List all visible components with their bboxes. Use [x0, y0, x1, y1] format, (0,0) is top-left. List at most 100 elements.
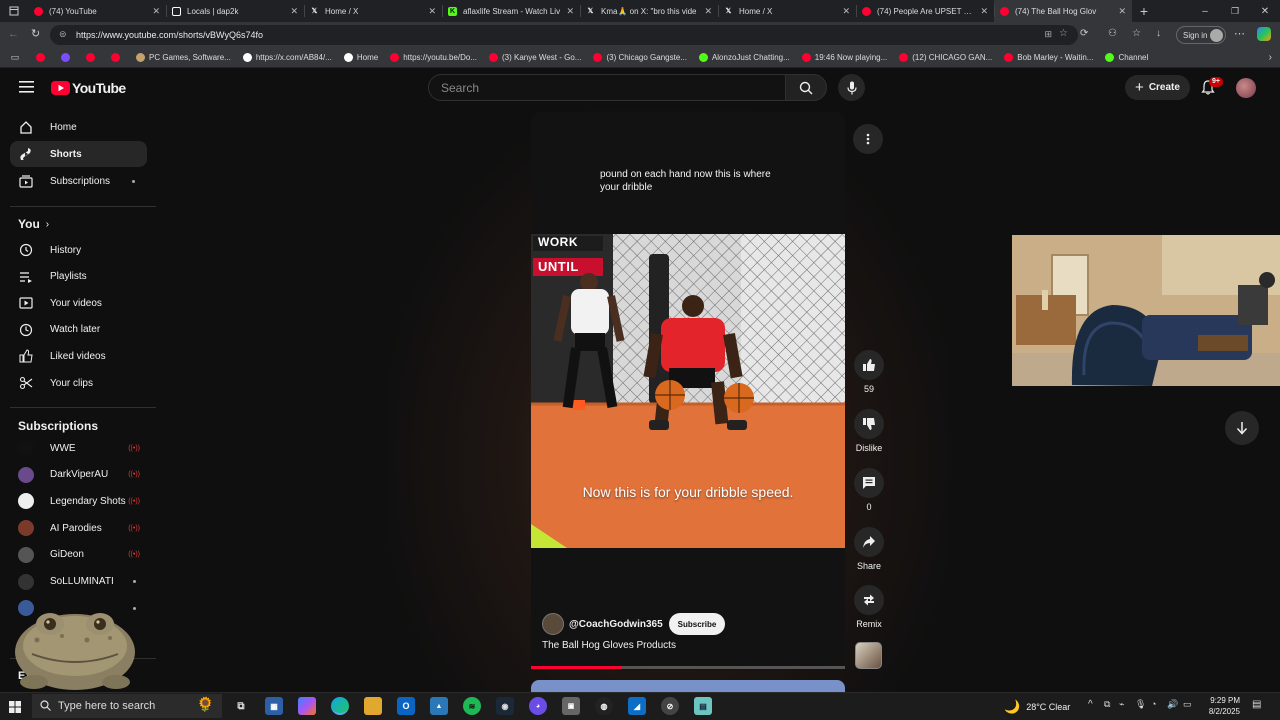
sidebar-item-your-videos[interactable]: Your videos — [10, 290, 147, 316]
close-tab-icon[interactable]: ✕ — [290, 6, 298, 17]
app-icon[interactable]: ⊘ — [661, 697, 679, 715]
app-icon[interactable]: ◢ — [628, 697, 646, 715]
subscription-item[interactable]: AI Parodies ((•)) — [18, 517, 148, 539]
more-options-button[interactable] — [853, 124, 883, 154]
taskbar-search-input[interactable]: Type here to search 🌻 — [32, 694, 222, 718]
share-button[interactable]: Share — [852, 527, 886, 571]
short-video-frame[interactable]: WORK UNTIL — [531, 234, 845, 548]
start-button[interactable] — [9, 700, 21, 718]
obs-icon[interactable]: ◍ — [595, 697, 613, 715]
remix-button[interactable]: Remix — [852, 585, 886, 629]
extensions-icon[interactable]: ⟳ — [1080, 28, 1088, 39]
browser-tab[interactable]: Locals | dap2k ✕ — [166, 0, 304, 22]
voice-search-button[interactable] — [838, 74, 865, 101]
subscribe-button[interactable]: Subscribe — [668, 613, 726, 635]
account-avatar[interactable] — [1236, 78, 1256, 98]
search-button[interactable] — [785, 74, 827, 101]
close-tab-icon[interactable]: ✕ — [980, 6, 988, 17]
bookmark-item[interactable]: Home — [338, 53, 384, 62]
network-icon[interactable]: ⌁ — [1119, 699, 1124, 710]
bookmark-item[interactable] — [80, 53, 105, 62]
restore-button[interactable]: ❐ — [1220, 6, 1250, 17]
browser-tab[interactable]: (74) YouTube ✕ — [28, 0, 166, 22]
subscription-item[interactable]: GiDeon ((•)) — [18, 544, 148, 566]
short-title[interactable]: The Ball Hog Gloves Products — [542, 640, 676, 651]
close-tab-icon[interactable]: ✕ — [842, 6, 850, 17]
sidebar-item-watch-later[interactable]: Watch later — [10, 317, 147, 343]
outlook-icon[interactable]: O — [397, 697, 415, 715]
bookmark-item[interactable]: https://x.com/AB84/... — [237, 53, 338, 62]
close-tab-icon[interactable]: ✕ — [704, 6, 712, 17]
channel-handle[interactable]: @CoachGodwin365 — [569, 619, 663, 630]
sidebar-item-history[interactable]: History — [10, 237, 147, 263]
copilot-icon[interactable] — [1257, 27, 1271, 41]
next-short-button[interactable] — [1225, 411, 1259, 445]
sound-thumbnail[interactable] — [855, 642, 882, 669]
browser-tab[interactable]: 𝕏 Home / X ✕ — [718, 0, 856, 22]
search-input[interactable]: Search — [428, 74, 786, 101]
browser-tab[interactable]: 𝕏 Home / X ✕ — [304, 0, 442, 22]
spotify-icon[interactable]: ≋ — [463, 697, 481, 715]
sidebar-item-home[interactable]: Home — [10, 114, 147, 140]
subscription-item[interactable]: DarkViperAU ((•)) — [18, 464, 148, 486]
bookmark-item[interactable]: (3) Chicago Gangste... — [587, 53, 692, 62]
steam-icon[interactable]: ◉ — [496, 697, 514, 715]
split-screen-icon[interactable]: ⚇ — [1108, 28, 1117, 39]
create-button[interactable]: + Create — [1125, 75, 1190, 100]
youtube-logo[interactable]: YouTube — [51, 80, 126, 96]
tray-app-icon[interactable]: ⧉ — [1104, 699, 1110, 710]
browser-tab[interactable]: (74) The Ball Hog Glov ✕ — [994, 0, 1132, 22]
close-window-button[interactable]: ✕ — [1250, 6, 1280, 17]
file-explorer-icon[interactable] — [364, 697, 382, 715]
bookmark-item[interactable]: Channel — [1099, 53, 1154, 62]
site-info-icon[interactable]: ⊜ — [59, 29, 67, 40]
sidebar-item-liked-videos[interactable]: Liked videos — [10, 343, 147, 369]
tab-actions-icon[interactable] — [0, 0, 28, 22]
subscription-item[interactable]: Legendary Shots ((•)) — [18, 490, 148, 512]
comments-button[interactable]: 0 — [852, 468, 886, 512]
discord-icon[interactable]: ◕ — [529, 697, 547, 715]
close-tab-icon[interactable]: ✕ — [1118, 6, 1126, 17]
next-short-preview[interactable] — [531, 680, 845, 692]
browser-tab[interactable]: (74) People Are UPSET With ✕ — [856, 0, 994, 22]
notifications-tray-icon[interactable]: ▤ — [1252, 699, 1261, 710]
new-tab-button[interactable]: + — [1132, 0, 1156, 22]
app-icon[interactable]: ⊞ — [1044, 29, 1052, 40]
subscription-item[interactable]: SoLLUMINATI — [18, 571, 148, 593]
you-section-link[interactable]: You › — [18, 217, 49, 231]
notifications-button[interactable]: 9+ — [1201, 77, 1223, 100]
bookmark-item[interactable]: (3) Kanye West - Go... — [483, 53, 587, 62]
sidebar-item-subscriptions[interactable]: Subscriptions — [10, 168, 147, 194]
dislike-button[interactable]: Dislike — [852, 409, 886, 453]
edge-icon[interactable] — [331, 697, 349, 715]
guide-menu-icon[interactable] — [19, 80, 34, 98]
bookmark-item[interactable]: (12) CHICAGO GAN... — [893, 53, 998, 62]
channel-avatar[interactable] — [542, 613, 564, 635]
system-clock[interactable]: 9:29 PM 8/2/2025 — [1200, 695, 1240, 717]
favorite-star-icon[interactable]: ☆ — [1059, 28, 1068, 39]
bookmark-item[interactable]: Bob Marley - Waitin... — [998, 53, 1099, 62]
reload-icon[interactable]: ↻ — [31, 27, 40, 40]
subscription-item[interactable]: WWE ((•)) — [18, 437, 148, 459]
browser-tab[interactable]: Kaflaxlife Stream - Watch Liv ✕ — [442, 0, 580, 22]
bookmark-item[interactable] — [30, 53, 55, 62]
sidebar-item-playlists[interactable]: Playlists — [10, 264, 147, 290]
like-button[interactable]: 59 — [852, 350, 886, 394]
downloads-icon[interactable]: ↓ — [1156, 28, 1161, 39]
bookmark-item[interactable]: 19:46 Now playing... — [796, 53, 894, 62]
bookmark-item[interactable]: AlonzoJust Chatting... — [693, 53, 796, 62]
more-menu-icon[interactable]: ⋯ — [1234, 27, 1245, 40]
close-tab-icon[interactable]: ✕ — [428, 6, 436, 17]
bookmark-item[interactable] — [55, 53, 80, 62]
sidebar-item-your-clips[interactable]: Your clips — [10, 370, 147, 396]
wifi-icon[interactable]: ◔ — [1151, 699, 1156, 709]
back-icon[interactable]: ← — [8, 28, 19, 40]
tray-chevron-icon[interactable]: ^ — [1088, 699, 1093, 710]
copilot-taskbar-icon[interactable] — [298, 697, 316, 715]
volume-icon[interactable]: 🔊 — [1167, 699, 1178, 710]
browser-tab[interactable]: 𝕏 Kma🙏 on X: "bro this vide ✕ — [580, 0, 718, 22]
photos-icon[interactable]: ▲ — [430, 697, 448, 715]
minimize-button[interactable]: – — [1190, 6, 1220, 17]
microphone-tray-icon[interactable]: 🎙 — [1135, 699, 1146, 710]
sidebar-item-shorts[interactable]: Shorts — [10, 141, 147, 167]
